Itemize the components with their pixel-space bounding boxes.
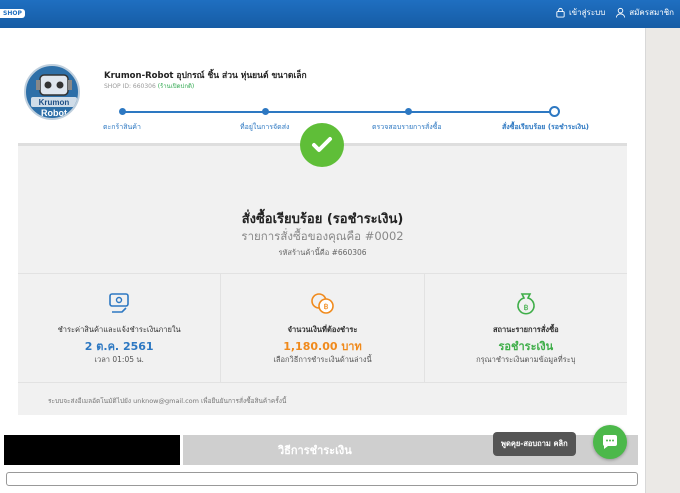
step-label-address[interactable]: ที่อยู่ในการจัดส่ง (240, 122, 289, 133)
logo-text-2: Robot (41, 108, 67, 118)
payment-time: เวลา 01:05 น. (94, 355, 144, 364)
email-note: ระบบจะส่งอีเมลอัตโนมัติไปยัง unknow@gmai… (48, 397, 287, 405)
step-dot-complete (549, 106, 560, 117)
payment-label: ชำระค่าสินค้าและแจ้งชำระเงินภายใน (57, 325, 181, 334)
chat-label[interactable]: พูดคุย-สอบถาม คลิก (493, 432, 576, 456)
register-label: สมัครสมาชิก (629, 8, 674, 17)
status-column: ฿ สถานะรายการสั่งซื้อ รอชำระเงิน กรุณาชำ… (423, 274, 627, 382)
payment-icon (109, 293, 129, 313)
top-links: เข้าสู่ระบบ สมัครสมาชิก (555, 6, 674, 19)
order-summary-card: สั่งซื้อเรียบร้อย (รอชำระเงิน) รายการสั่… (18, 143, 627, 415)
svg-text:฿: ฿ (324, 302, 329, 311)
order-number: รายการสั่งซื้อของคุณคือ #0002 (241, 229, 404, 243)
login-label: เข้าสู่ระบบ (568, 8, 606, 17)
status-value: รอชำระเงิน (498, 340, 554, 353)
svg-text:฿: ฿ (523, 303, 528, 312)
step-dot-cart (119, 108, 126, 115)
status-label: สถานะรายการสั่งซื้อ (492, 325, 559, 334)
money-bag-icon: ฿ (517, 293, 535, 315)
shop-status: (ร้านเปิดปกติ) (157, 83, 195, 90)
amount-label: จำนวนเงินที่ต้องชำระ (287, 325, 358, 334)
robot-icon: Krumon Robot (31, 74, 77, 118)
step-label-review[interactable]: ตรวจสอบรายการสั่งซื้อ (372, 122, 442, 133)
success-check-icon (300, 123, 344, 167)
top-bar: SHOP เข้าสู่ระบบ สมัครสมาชิก (0, 0, 680, 28)
step-dot-review (405, 108, 412, 115)
shop-tag[interactable]: SHOP (0, 9, 25, 18)
amount-value: 1,180.00 บาท (283, 340, 362, 353)
amount-column: ฿ จำนวนเงินที่ต้องชำระ 1,180.00 บาท เลือ… (220, 274, 423, 382)
payment-content-box (6, 472, 638, 486)
logo-text-1: Krumon (39, 98, 70, 107)
order-info-columns: ชำระค่าสินค้าและแจ้งชำระเงินภายใน 2 ต.ค.… (18, 273, 627, 383)
lock-icon (556, 7, 565, 18)
chat-button[interactable] (593, 425, 627, 459)
user-icon (616, 7, 626, 18)
shop-logo[interactable]: Krumon Robot (24, 64, 80, 120)
redacted-panel (4, 435, 180, 465)
register-link[interactable]: สมัครสมาชิก (615, 6, 674, 19)
step-label-complete: สั่งซื้อเรียบร้อย (รอชำระเงิน) (502, 123, 590, 131)
step-dot-address (262, 108, 269, 115)
amount-sub: เลือกวิธีการชำระเงินด้านล่างนี้ (273, 355, 372, 364)
coins-icon: ฿ (311, 293, 335, 314)
progress-track (122, 111, 556, 113)
order-title: สั่งซื้อเรียบร้อย (รอชำระเงิน) (241, 212, 404, 227)
shop-name: Krumon-Robot อุปกรณ์ ชิ้น ส่วน หุ่นยนต์ … (104, 71, 307, 81)
chat-icon (602, 435, 617, 449)
payment-date: 2 ต.ค. 2561 (84, 340, 154, 353)
payment-deadline-column: ชำระค่าสินค้าและแจ้งชำระเงินภายใน 2 ต.ค.… (18, 274, 220, 382)
login-link[interactable]: เข้าสู่ระบบ (555, 6, 605, 19)
shop-id-text: SHOP ID: 660306 (104, 83, 156, 90)
status-sub: กรุณาชำระเงินตามข้อมูลที่ระบุ (476, 355, 576, 364)
step-label-cart[interactable]: ตะกร้าสินค้า (103, 122, 141, 133)
shop-id: SHOP ID: 660306 (ร้านเปิดปกติ) (104, 81, 194, 91)
shop-code: รหัสร้านค้านี้คือ #660306 (278, 248, 367, 257)
